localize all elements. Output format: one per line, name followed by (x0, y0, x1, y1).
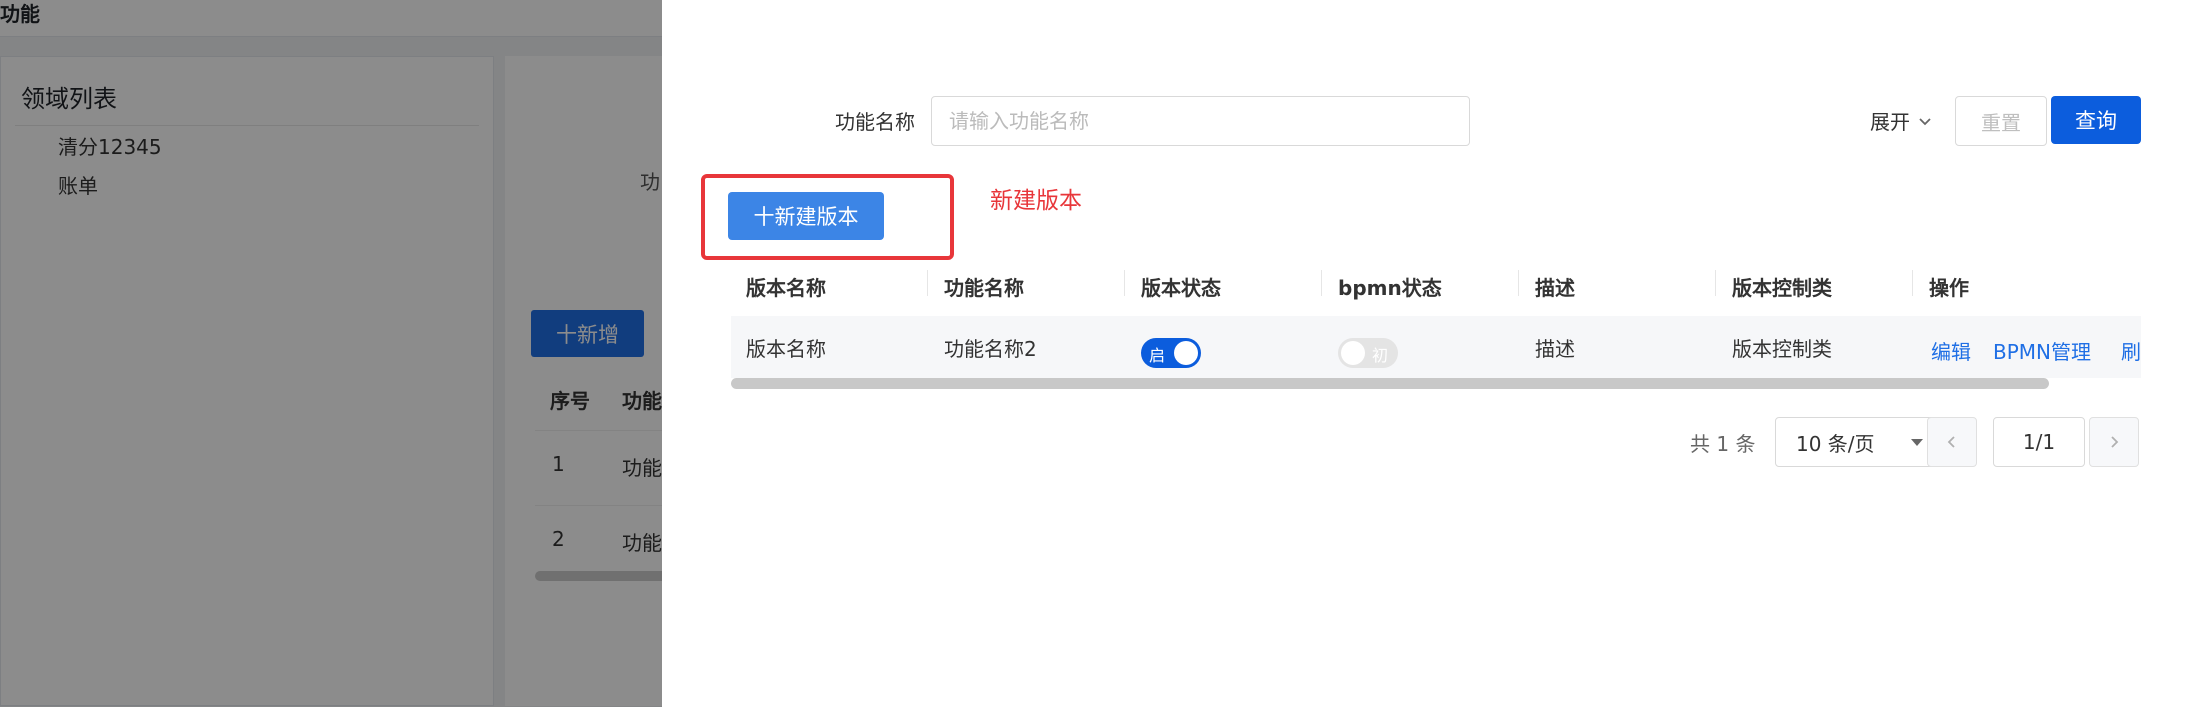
edit-link[interactable]: 编辑 (1931, 336, 1971, 365)
bpmn-manage-link[interactable]: BPMN管理 (1993, 336, 2091, 365)
column-header-control-class: 版本控制类 (1732, 276, 1832, 300)
chevron-right-icon (2111, 436, 2119, 448)
next-page-button[interactable] (2089, 417, 2139, 467)
cell-description: 描述 (1535, 337, 1575, 361)
cell-version-name: 版本名称 (746, 337, 826, 361)
modal-overlay[interactable] (0, 0, 662, 707)
page-size-select[interactable]: 10 条/页 (1775, 417, 1939, 467)
switch-knob (1341, 341, 1365, 365)
column-header-bpmn-status: bpmn状态 (1338, 276, 1442, 300)
column-divider (1518, 270, 1519, 296)
switch-label: 初 (1371, 346, 1388, 365)
column-header-function-name: 功能名称 (944, 276, 1024, 300)
table-row (731, 316, 2141, 378)
column-divider (927, 270, 928, 296)
page-size-value: 10 条/页 (1796, 431, 1875, 456)
search-input[interactable] (931, 96, 1470, 146)
new-version-button[interactable]: 十新建版本 (728, 192, 884, 240)
caret-down-icon (1911, 439, 1923, 446)
prev-page-button[interactable] (1927, 417, 1977, 467)
expand-toggle[interactable]: 展开 (1870, 106, 1932, 135)
column-header-version-status: 版本状态 (1141, 276, 1221, 300)
switch-knob (1174, 341, 1198, 365)
version-status-switch[interactable]: 启 (1141, 338, 1201, 368)
refresh-link[interactable]: 刷 (2121, 336, 2141, 365)
pagination-total: 共 1 条 (1690, 432, 1756, 456)
chevron-left-icon (1947, 436, 1955, 448)
table-horizontal-scrollbar[interactable] (731, 378, 2049, 389)
search-label: 功能名称 (835, 110, 915, 134)
column-header-actions: 操作 (1929, 276, 1969, 300)
reset-button[interactable]: 重置 (1955, 96, 2047, 146)
bpmn-status-switch[interactable]: 初 (1338, 338, 1398, 368)
cell-control-class: 版本控制类 (1732, 337, 1832, 361)
column-divider (1715, 270, 1716, 296)
switch-label: 启 (1149, 346, 1166, 365)
column-divider (1321, 270, 1322, 296)
column-header-description: 描述 (1535, 276, 1575, 300)
column-divider (1912, 270, 1913, 296)
cell-function-name: 功能名称2 (944, 337, 1037, 361)
annotation-label: 新建版本 (990, 188, 1082, 214)
page-input[interactable]: 1/1 (1993, 417, 2085, 467)
column-header-version-name: 版本名称 (746, 276, 826, 300)
chevron-down-icon (1919, 117, 1931, 125)
expand-label: 展开 (1870, 110, 1910, 134)
query-button[interactable]: 查询 (2051, 96, 2141, 144)
column-divider (1124, 270, 1125, 296)
